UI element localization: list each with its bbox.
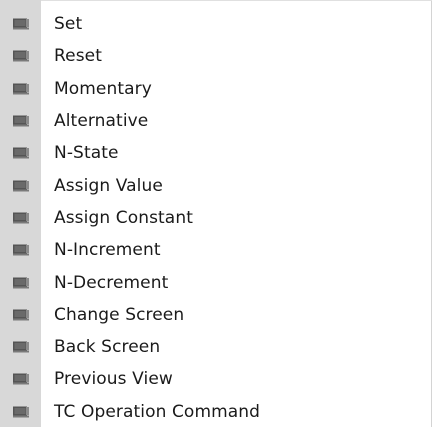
context-menu: Set Reset Momentary Alternative N-State Assig… <box>0 0 432 427</box>
menu-item-icon <box>13 277 29 289</box>
menu-item-n-decrement[interactable]: N-Decrement <box>0 266 431 298</box>
menu-item-icon <box>13 406 29 418</box>
menu-item-list: Set Reset Momentary Alternative N-State Assig… <box>0 8 431 427</box>
menu-item-icon <box>13 341 29 353</box>
menu-item-label: Assign Constant <box>54 207 193 228</box>
menu-item-icon <box>13 212 29 224</box>
menu-item-momentary[interactable]: Momentary <box>0 73 431 105</box>
menu-item-icon <box>13 147 29 159</box>
menu-item-previous-view[interactable]: Previous View <box>0 363 431 395</box>
menu-item-label: Back Screen <box>54 337 161 358</box>
menu-item-label: TC Operation Command <box>54 401 261 422</box>
menu-item-alternative[interactable]: Alternative <box>0 105 431 137</box>
menu-item-label: N-Increment <box>54 240 161 261</box>
menu-item-reset[interactable]: Reset <box>0 40 431 72</box>
menu-item-n-increment[interactable]: N-Increment <box>0 234 431 266</box>
menu-item-icon <box>13 83 29 95</box>
menu-item-label: Change Screen <box>54 304 185 325</box>
menu-item-icon <box>13 180 29 192</box>
menu-item-icon <box>13 244 29 256</box>
menu-item-label: Previous View <box>54 369 173 390</box>
menu-item-label: N-Decrement <box>54 272 169 293</box>
menu-item-change-screen[interactable]: Change Screen <box>0 299 431 331</box>
menu-top-border <box>0 0 432 1</box>
menu-item-icon <box>13 18 29 30</box>
menu-item-label: Alternative <box>54 111 149 132</box>
menu-item-icon <box>13 309 29 321</box>
menu-item-label: Set <box>54 14 83 35</box>
menu-item-tc-operation-command[interactable]: TC Operation Command <box>0 396 431 427</box>
menu-item-label: Momentary <box>54 78 152 99</box>
menu-item-label: Reset <box>54 46 102 67</box>
menu-item-assign-value[interactable]: Assign Value <box>0 169 431 201</box>
menu-item-set[interactable]: Set <box>0 8 431 40</box>
menu-item-back-screen[interactable]: Back Screen <box>0 331 431 363</box>
menu-item-icon <box>13 50 29 62</box>
menu-item-n-state[interactable]: N-State <box>0 137 431 169</box>
menu-item-icon <box>13 115 29 127</box>
menu-item-label: N-State <box>54 143 119 164</box>
menu-item-label: Assign Value <box>54 175 163 196</box>
menu-item-icon <box>13 373 29 385</box>
menu-item-assign-constant[interactable]: Assign Constant <box>0 202 431 234</box>
